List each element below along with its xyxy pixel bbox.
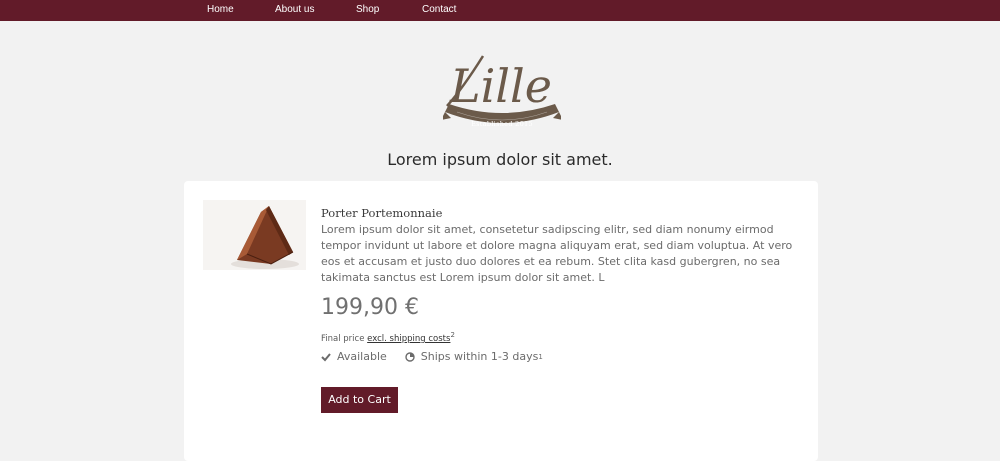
price-note-prefix: Final price xyxy=(321,333,365,344)
checkmark-icon xyxy=(321,352,331,361)
logo-wordmark: Lille xyxy=(449,59,552,113)
shipping-label: Ships within 1-3 days xyxy=(420,350,539,363)
product-image[interactable] xyxy=(203,200,306,270)
nav-shop-link[interactable]: Shop xyxy=(356,4,379,16)
product-card: Porter Portemonnaie Lorem ipsum dolor si… xyxy=(184,181,818,461)
product-name[interactable]: Porter Portemonnaie xyxy=(321,206,442,220)
nav-about-link[interactable]: About us xyxy=(275,4,314,16)
top-navigation: Home About us Shop Contact xyxy=(0,0,1000,21)
price-note: Final price excl. shipping costs2 xyxy=(321,331,455,344)
availability-label: Available xyxy=(337,350,387,363)
shipping-costs-link[interactable]: excl. shipping costs xyxy=(367,334,450,344)
availability-row: Available Ships within 1-3 days 1 xyxy=(321,350,543,363)
product-price: 199,90 € xyxy=(321,295,419,320)
brand-logo[interactable]: Established 2015 Lille xyxy=(443,46,561,138)
availability-status: Available xyxy=(321,350,387,363)
logo-subtext: Established 2015 xyxy=(471,120,533,128)
product-description: Lorem ipsum dolor sit amet, consetetur s… xyxy=(321,223,793,284)
nav-contact-link[interactable]: Contact xyxy=(422,4,456,16)
shipping-info: Ships within 1-3 days 1 xyxy=(405,350,543,363)
shipping-footnote: 1 xyxy=(538,352,543,361)
nav-home-link[interactable]: Home xyxy=(207,4,234,16)
clock-icon xyxy=(405,351,415,362)
add-to-cart-button[interactable]: Add to Cart xyxy=(321,387,398,413)
page-tagline: Lorem ipsum dolor sit amet. xyxy=(387,150,613,169)
price-note-footnote: 2 xyxy=(450,331,455,339)
